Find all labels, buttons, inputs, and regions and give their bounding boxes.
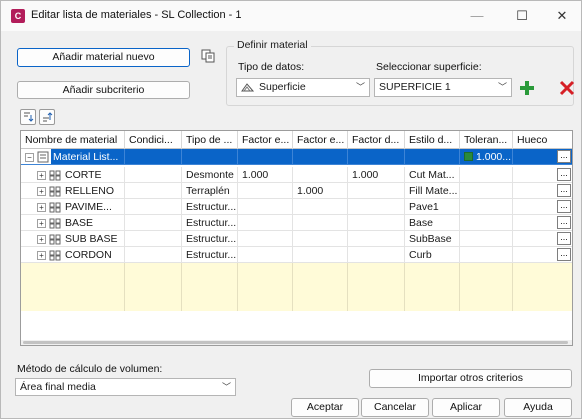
apply-button[interactable]: Aplicar — [432, 398, 500, 417]
surface-label: Seleccionar superficie: — [376, 61, 482, 73]
ellipsis-button[interactable]: ... — [557, 200, 571, 213]
materials-table[interactable]: Nombre de material Condici... Tipo de ..… — [20, 130, 573, 346]
ellipsis-button[interactable]: ... — [557, 168, 571, 181]
row-tolerance: 1.000... — [476, 151, 512, 163]
row-name: Material List... — [51, 149, 124, 164]
column-header[interactable]: Factor e... — [238, 131, 293, 149]
row-name: CORTE — [65, 169, 102, 181]
column-header[interactable]: Tipo de ... — [182, 131, 238, 149]
material-icon — [49, 217, 61, 229]
material-icon — [49, 249, 61, 261]
table-row[interactable]: + SUB BASE Estructur... SubBase ... — [21, 231, 572, 247]
column-header[interactable]: Estilo d... — [405, 131, 460, 149]
maximize-button[interactable]: ☐ — [501, 3, 543, 29]
volume-method-label: Método de cálculo de volumen: — [17, 363, 163, 375]
material-icon — [49, 201, 61, 213]
table-row[interactable]: − Material List... 1.000... ... — [21, 149, 572, 165]
row-name: RELLENO — [65, 185, 115, 197]
column-header[interactable]: Factor e... — [293, 131, 348, 149]
app-icon: C — [11, 9, 25, 23]
volume-method-select[interactable]: Área final media ﹀ — [15, 378, 236, 396]
material-icon — [49, 185, 61, 197]
dialog-window: C Editar lista de materiales - SL Collec… — [0, 0, 582, 419]
minimize-button[interactable]: — — [456, 3, 498, 29]
expand-icon[interactable]: + — [37, 203, 46, 212]
table-row[interactable]: + RELLENO Terraplén 1.000 Fill Mate... .… — [21, 183, 572, 199]
delete-icon[interactable] — [558, 79, 576, 97]
title-bar: C Editar lista de materiales - SL Collec… — [1, 1, 581, 31]
material-icon — [49, 169, 61, 181]
volume-method-value: Área final media — [20, 381, 96, 393]
row-name: BASE — [65, 217, 94, 229]
add-subcriteria-button[interactable]: Añadir subcriterio — [17, 81, 190, 99]
surface-select[interactable]: SUPERFICIE 1 ﹀ — [374, 78, 512, 97]
accept-button[interactable]: Aceptar — [291, 398, 359, 417]
expand-icon[interactable]: + — [37, 187, 46, 196]
row-name: CORDON — [65, 249, 112, 261]
sort-up-icon[interactable] — [39, 109, 55, 125]
copy-material-icon[interactable] — [200, 48, 216, 64]
ellipsis-button[interactable]: ... — [557, 184, 571, 197]
collapse-icon[interactable]: − — [25, 153, 34, 162]
ellipsis-button[interactable]: ... — [557, 216, 571, 229]
table-row[interactable]: + CORTE Desmonte 1.000 1.000 Cut Mat... … — [21, 167, 572, 183]
window-title: Editar lista de materiales - SL Collecti… — [31, 9, 242, 21]
column-header[interactable]: Condici... — [125, 131, 182, 149]
sort-down-icon[interactable] — [20, 109, 36, 125]
expand-icon[interactable]: + — [37, 219, 46, 228]
horizontal-scrollbar[interactable] — [21, 340, 572, 345]
expand-icon[interactable]: + — [37, 171, 46, 180]
row-name: PAVIME... — [65, 201, 112, 213]
table-row[interactable]: + CORDON Estructur... Curb ... — [21, 247, 572, 263]
column-header[interactable]: Hueco — [513, 131, 572, 149]
chevron-down-icon: ﹀ — [221, 382, 231, 392]
material-list-icon — [37, 151, 49, 163]
surface-value: SUPERFICIE 1 — [379, 81, 451, 93]
data-type-label: Tipo de datos: — [238, 61, 305, 73]
ellipsis-button[interactable]: ... — [557, 150, 571, 163]
add-material-button[interactable]: Añadir material nuevo — [17, 48, 190, 67]
expand-icon[interactable]: + — [37, 251, 46, 260]
cancel-button[interactable]: Cancelar — [361, 398, 429, 417]
empty-rows-area — [21, 263, 572, 311]
checkbox-checked-icon[interactable] — [464, 152, 473, 161]
column-header[interactable]: Nombre de material — [21, 131, 125, 149]
add-surface-icon[interactable] — [518, 79, 536, 97]
column-header[interactable]: Factor d... — [348, 131, 405, 149]
table-row[interactable]: + BASE Estructur... Base ... — [21, 215, 572, 231]
define-material-label: Definir material — [234, 39, 311, 51]
surface-type-icon — [241, 81, 255, 100]
help-button[interactable]: Ayuda — [504, 398, 572, 417]
chevron-down-icon: ﹀ — [355, 82, 365, 92]
import-criteria-button[interactable]: Importar otros criterios — [369, 369, 572, 388]
ellipsis-button[interactable]: ... — [557, 232, 571, 245]
expand-icon[interactable]: + — [37, 235, 46, 244]
scrollbar-thumb[interactable] — [23, 341, 568, 344]
close-button[interactable]: ✕ — [541, 3, 582, 29]
table-row[interactable]: + PAVIME... Estructur... Pave1 ... — [21, 199, 572, 215]
data-type-select[interactable]: Superficie ﹀ — [236, 78, 370, 97]
row-name: SUB BASE — [65, 233, 118, 245]
column-header[interactable]: Toleran... — [460, 131, 513, 149]
table-header: Nombre de material Condici... Tipo de ..… — [21, 131, 572, 149]
ellipsis-button[interactable]: ... — [557, 248, 571, 261]
material-icon — [49, 233, 61, 245]
chevron-down-icon: ﹀ — [497, 82, 507, 92]
